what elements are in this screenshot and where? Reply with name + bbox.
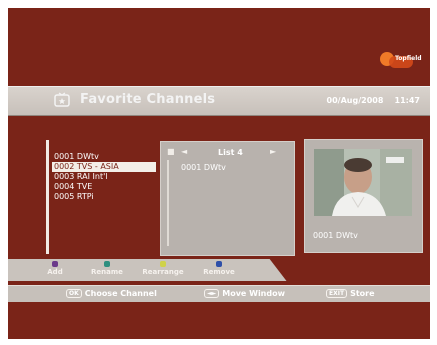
favorite-channel-item[interactable]: 0001 DWtv [181,163,226,172]
green-key-icon [104,261,110,267]
date-text: 00/Aug/2008 [326,96,384,105]
left-right-key-icon: ◄► [204,289,220,298]
help-label: Choose Channel [84,289,157,298]
channel-list-scrollbar[interactable] [46,140,49,254]
preview-panel: 0001 DWtv [304,139,423,253]
channel-item[interactable]: 0003 RAI Int'l [54,172,108,182]
add-label: Add [47,268,63,276]
brand-logo: Topfield [380,50,422,68]
channel-item[interactable]: 0001 DWtv [54,152,99,162]
remove-label: Remove [203,268,235,276]
list-select-icon: ■ [167,147,175,156]
help-bar: OK Choose Channel ◄► Move Window EXIT Store [8,285,430,302]
favorites-tv-icon [54,92,70,107]
channel-item-selected[interactable]: 0002 TVS - ASIA [52,162,156,172]
arrow-left-icon[interactable]: ◄ [181,147,187,156]
help-label: Move Window [222,289,285,298]
date-time: 00/Aug/2008 11:47 [327,96,420,105]
help-choose-channel: OK Choose Channel [66,289,157,298]
blue-key-icon [216,261,222,267]
channel-item[interactable]: 0004 TVE [54,182,92,192]
channel-item[interactable]: 0005 RTPi [54,192,94,202]
yellow-key-icon [160,261,166,267]
preview-caption: 0001 DWtv [313,231,358,240]
favorite-list-name: List 4 [218,148,243,157]
video-frame-image [314,149,412,216]
favorite-list-scrollbar[interactable] [167,160,169,246]
title-bar: Favorite Channels 00/Aug/2008 11:47 [8,86,430,116]
rearrange-label: Rearrange [142,268,184,276]
screen-frame: Topfield Favorite Channels 00/Aug/2008 1… [0,0,437,345]
purple-key-icon [52,261,58,267]
time-text: 11:47 [394,96,420,105]
tv-screen: Topfield Favorite Channels 00/Aug/2008 1… [8,8,430,339]
ok-key-icon: OK [66,289,82,298]
help-store: EXIT Store [326,289,375,298]
rearrange-button[interactable]: Rearrange [140,259,186,276]
channel-list: 0001 DWtv 0002 TVS - ASIA 0003 RAI Int'l… [46,140,158,256]
video-preview [314,149,412,216]
arrow-right-icon[interactable]: ► [270,147,276,156]
rename-label: Rename [91,268,123,276]
help-label: Store [350,289,375,298]
logo-text: Topfield [395,55,422,62]
page-title: Favorite Channels [80,92,216,107]
favorite-list-panel[interactable]: ■ ◄ List 4 ► 0001 DWtv [160,141,295,256]
remove-button[interactable]: Remove [196,259,242,276]
help-move-window: ◄► Move Window [204,289,285,298]
add-button[interactable]: Add [32,259,78,276]
action-bar: Add Rename Rearrange Remove [8,259,287,281]
exit-key-icon: EXIT [326,289,348,298]
rename-button[interactable]: Rename [84,259,130,276]
